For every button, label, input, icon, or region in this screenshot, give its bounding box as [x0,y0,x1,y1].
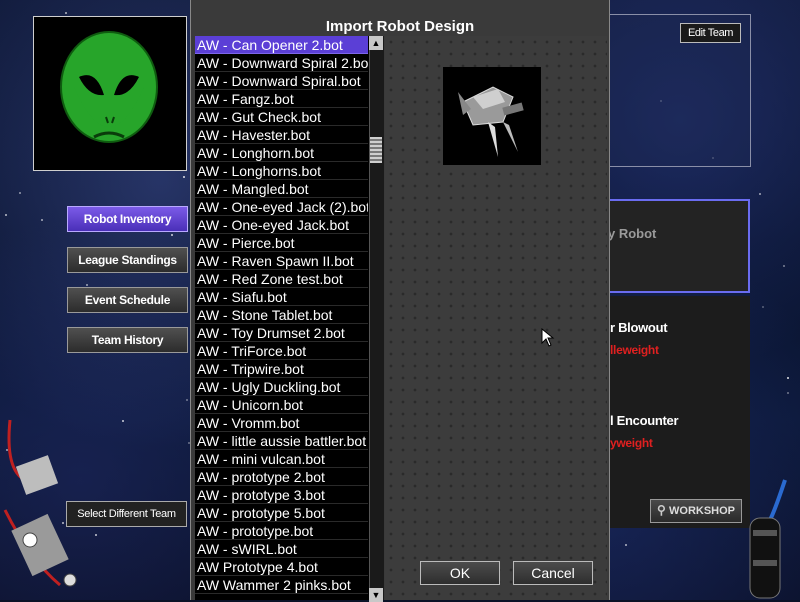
workshop-label: WORKSHOP [669,505,735,517]
mouse-cursor-icon [541,328,555,347]
robot-file-item[interactable]: AW - Red Zone test.bot [195,270,368,288]
robot-file-item[interactable]: AW - Can Opener 2.bot [195,36,368,54]
robot-file-item[interactable]: AW - One-eyed Jack (2).bot [195,198,368,216]
star [783,265,785,267]
star [171,234,173,236]
robot-file-item[interactable]: AW - Fangz.bot [195,90,368,108]
star [41,219,43,221]
robot-file-item[interactable]: AW - TriForce.bot [195,342,368,360]
alien-head-icon [60,31,158,143]
robot-file-item[interactable]: AW - Raven Spawn II.bot [195,252,368,270]
robot-file-item[interactable]: AW - little aussie battler.bot [195,432,368,450]
robot-file-item[interactable]: AW - sWIRL.bot [195,540,368,558]
robot-file-item[interactable]: AW - prototype 5.bot [195,504,368,522]
star [86,284,88,286]
wrench-icon: ⚲ [657,503,666,517]
robot-inventory-button[interactable]: Robot Inventory [67,206,188,232]
robot-preview-image [443,67,541,165]
star [625,544,627,546]
robot-file-item[interactable]: AW Prototype 4.bot [195,558,368,576]
list-scrollbar[interactable] [369,36,384,600]
ok-button[interactable]: OK [420,561,500,585]
robot-file-item[interactable]: AW - Toy Drumset 2.bot [195,324,368,342]
star [759,193,761,195]
robot-file-item[interactable]: AW - Pierce.bot [195,234,368,252]
sensor-device-icon [3,419,77,587]
star [183,176,185,178]
league-standings-button[interactable]: League Standings [67,247,188,273]
scroll-up-icon[interactable]: ▲ [369,36,383,50]
event-weight-class: lleweight [610,343,659,357]
edit-team-button[interactable]: Edit Team [680,23,741,43]
robot-file-item[interactable]: AW - Downward Spiral.bot [195,72,368,90]
robot-file-list[interactable]: AW - Can Opener 2.bot AW - Downward Spira… [195,36,383,600]
robot-file-item[interactable]: AW - prototype.bot [195,522,368,540]
robot-file-item[interactable]: AW - Mangled.bot [195,180,368,198]
star [122,420,124,422]
event-title: r Blowout [610,320,668,335]
star [762,306,764,308]
robot-slot-panel[interactable] [608,199,750,293]
event-weight-class: yweight [610,436,653,450]
workshop-button[interactable]: ⚲ WORKSHOP [650,499,742,523]
joystick-device-icon [749,479,787,599]
star [19,192,21,194]
robot-file-item[interactable]: AW - Gut Check.bot [195,108,368,126]
event-schedule-button[interactable]: Event Schedule [67,287,188,313]
robot-slot-label: y Robot [608,226,657,241]
star [787,392,789,394]
robot-file-item[interactable]: AW - Longhorn.bot [195,144,368,162]
team-history-button[interactable]: Team History [67,327,188,353]
cancel-button[interactable]: Cancel [513,561,593,585]
robot-file-item[interactable]: AW - Tripwire.bot [195,360,368,378]
robot-file-item[interactable]: AW - Downward Spiral 2.bot [195,54,368,72]
event-title: l Encounter [610,413,679,428]
robot-file-item[interactable]: AW - Stone Tablet.bot [195,306,368,324]
robot-file-item[interactable]: AW - Ugly Duckling.bot [195,378,368,396]
star [95,534,97,536]
team-avatar [33,16,187,171]
star [787,377,789,379]
robot-file-item[interactable]: AW - One-eyed Jack.bot [195,216,368,234]
star [65,12,67,14]
robot-file-item[interactable]: AW - prototype 3.bot [195,486,368,504]
robot-file-item[interactable]: AW Wammer 2 pinks.bot [195,576,368,594]
robot-file-item[interactable]: AW - Longhorns.bot [195,162,368,180]
robot-file-item[interactable]: AW - mini vulcan.bot [195,450,368,468]
robot-file-item[interactable]: AW - Siafu.bot [195,288,368,306]
star [186,399,188,401]
robot-file-item[interactable]: AW - Vromm.bot [195,414,368,432]
robot-file-item[interactable]: AW - Havester.bot [195,126,368,144]
scroll-thumb[interactable] [370,137,382,163]
robot-file-item[interactable]: AW - prototype 2.bot [195,468,368,486]
robot-file-item[interactable]: AW - Unicorn.bot [195,396,368,414]
robot-model-icon [458,86,524,157]
star [5,214,7,216]
